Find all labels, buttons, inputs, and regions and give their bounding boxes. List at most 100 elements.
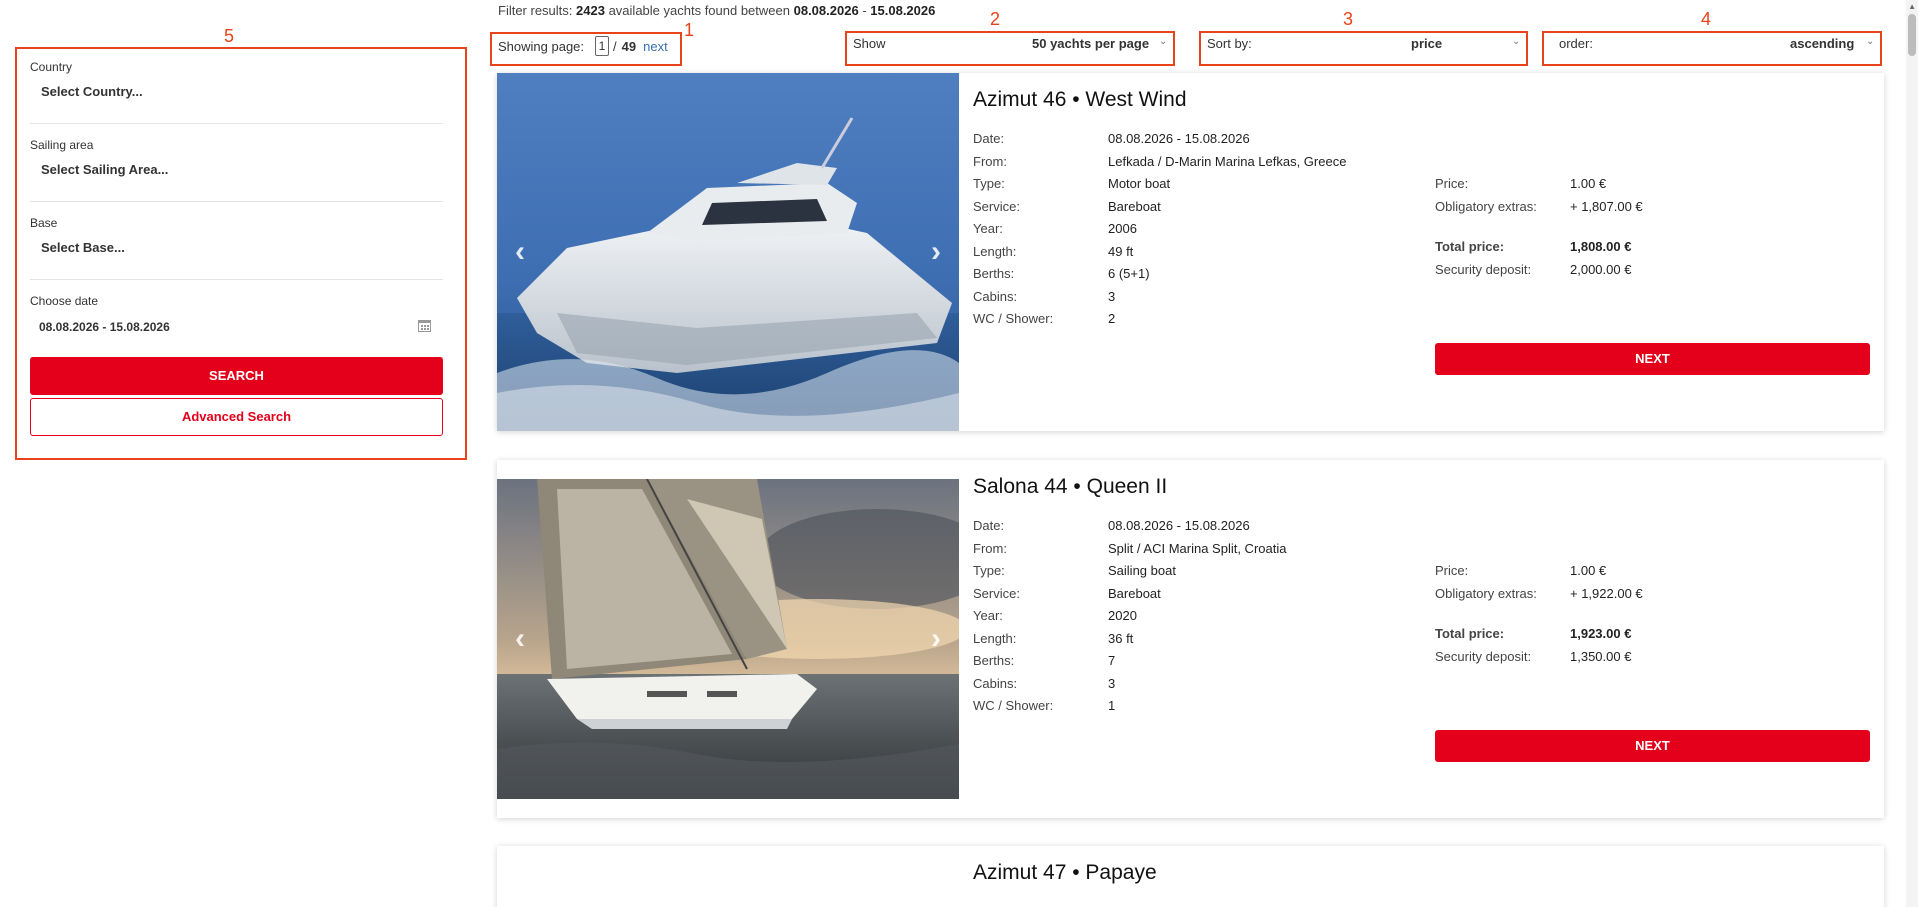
carousel-prev-icon[interactable]: ‹ [515,235,525,269]
extras-value: + 1,807.00 € [1570,199,1643,214]
spec-label: Berths: [973,266,1015,281]
current-page-input[interactable]: 1 [595,36,610,56]
per-page-value: 50 yachts per page [1032,36,1150,51]
yacht-card: Azimut 47 • Papaye [497,846,1884,907]
yacht-title[interactable]: Salona 44 • Queen II [973,475,1167,499]
yacht-card: ‹ › Salona 44 • Queen II Date: 08.08.2026… [497,460,1884,818]
pager-slash: / [613,38,617,54]
motor-yacht-image [497,73,959,431]
results-date-dash: - [862,3,867,18]
spec-label: Year: [973,221,1003,236]
spec-label: Type: [973,563,1005,578]
base-select[interactable]: Select Base... [41,240,125,255]
total-value: 1,923.00 € [1570,626,1632,641]
spec-label: From: [973,154,1007,169]
spec-value: 7 [1108,653,1116,668]
price-label: Price: [1435,563,1469,578]
carousel-next-icon[interactable]: › [931,622,941,656]
page-scrollbar[interactable]: ▲ [1906,0,1918,907]
spec-label: Year: [973,608,1003,623]
next-button[interactable]: NEXT [1435,730,1870,762]
spec-label: WC / Shower: [973,311,1054,326]
spec-value: 49 ft [1108,244,1134,259]
sort-by-select[interactable]: Sort by: price ⌄ [1201,33,1526,57]
spec-value: 2006 [1108,221,1137,236]
total-value: 1,808.00 € [1570,239,1632,254]
date-field: Choose date 08.08.2026 - 15.08.2026 [30,294,443,358]
spec-label: From: [973,541,1007,556]
annotation-number-1: 1 [684,20,695,40]
next-button[interactable]: NEXT [1435,343,1870,375]
spec-label: Date: [973,518,1005,533]
date-range-input[interactable]: 08.08.2026 - 15.08.2026 [39,320,170,334]
filter-results-prefix: Filter results: [498,3,573,18]
scrollbar-thumb[interactable] [1908,14,1916,56]
base-label: Base [30,216,58,230]
results-count: 2423 [576,3,605,18]
pager: Showing page: 1 / 49 next [498,36,668,56]
total-label: Total price: [1435,239,1505,254]
spec-label: Cabins: [973,289,1018,304]
yacht-title[interactable]: Azimut 46 • West Wind [973,88,1187,112]
spec-label: Length: [973,631,1017,646]
extras-value: + 1,922.00 € [1570,586,1643,601]
spec-value: 08.08.2026 - 15.08.2026 [1108,131,1250,146]
total-pages: 49 [621,38,637,54]
calendar-icon[interactable] [418,320,431,332]
sort-by-label: Sort by: [1207,36,1252,51]
yacht-card: ‹ › Azimut 46 • West Wind Date: 08.08.202… [497,73,1884,431]
carousel-next-icon[interactable]: › [931,235,941,269]
spec-value: 1 [1108,698,1116,713]
spec-value: Bareboat [1108,586,1161,601]
spec-label: Length: [973,244,1017,259]
spec-label: Berths: [973,653,1015,668]
deposit-value: 2,000.00 € [1570,262,1632,277]
country-select[interactable]: Select Country... [41,84,143,99]
annotation-number-4: 4 [1701,9,1712,29]
order-value: ascending [1790,36,1855,51]
base-field: Base Select Base... [30,216,443,280]
results-date-to: 15.08.2026 [870,3,936,18]
annotation-number-5: 5 [224,26,235,46]
filter-results-middle: available yachts found between [608,3,790,18]
chevron-down-icon: ⌄ [1512,36,1521,47]
spec-value: Bareboat [1108,199,1161,214]
extras-label: Obligatory extras: [1435,199,1537,214]
country-label: Country [30,60,73,74]
advanced-search-button[interactable]: Advanced Search [30,398,443,436]
sailing-area-field: Sailing area Select Sailing Area... [30,138,443,202]
spec-label: Cabins: [973,676,1018,691]
total-label: Total price: [1435,626,1505,641]
spec-label: Service: [973,199,1020,214]
order-select[interactable]: order: ascending ⌄ [1553,33,1880,57]
filter-results-summary: Filter results: 2423 available yachts fo… [498,3,935,18]
spec-value: Lefkada / D-Marin Marina Lefkas, Greece [1108,154,1347,169]
search-button[interactable]: SEARCH [30,357,443,395]
deposit-label: Security deposit: [1435,649,1532,664]
per-page-select[interactable]: Show 50 yachts per page ⌄ [847,33,1173,57]
pager-label: Showing page: [498,38,585,54]
annotation-number-2: 2 [990,9,1001,29]
spec-label: Date: [973,131,1005,146]
deposit-value: 1,350.00 € [1570,649,1632,664]
spec-value: 3 [1108,289,1116,304]
next-page-link[interactable]: next [643,39,668,54]
per-page-label: Show [853,36,886,51]
country-field: Country Select Country... [30,60,443,124]
carousel-prev-icon[interactable]: ‹ [515,622,525,656]
deposit-label: Security deposit: [1435,262,1532,277]
spec-value: 6 (5+1) [1108,266,1150,281]
search-sidebar: Country Select Country... Sailing area S… [30,60,443,436]
yacht-photo[interactable]: ‹ › [497,479,959,799]
sailing-area-select[interactable]: Select Sailing Area... [41,162,168,177]
scroll-up-icon[interactable]: ▲ [1908,2,1916,11]
spec-label: WC / Shower: [973,698,1054,713]
spec-value: 08.08.2026 - 15.08.2026 [1108,518,1250,533]
price-value: 1.00 € [1570,176,1607,191]
chevron-down-icon: ⌄ [1159,36,1168,47]
spec-value: Split / ACI Marina Split, Croatia [1108,541,1287,556]
yacht-title[interactable]: Azimut 47 • Papaye [973,861,1157,885]
spec-value: 2020 [1108,608,1137,623]
annotation-number-3: 3 [1343,9,1354,29]
yacht-photo[interactable]: ‹ › [497,73,959,431]
